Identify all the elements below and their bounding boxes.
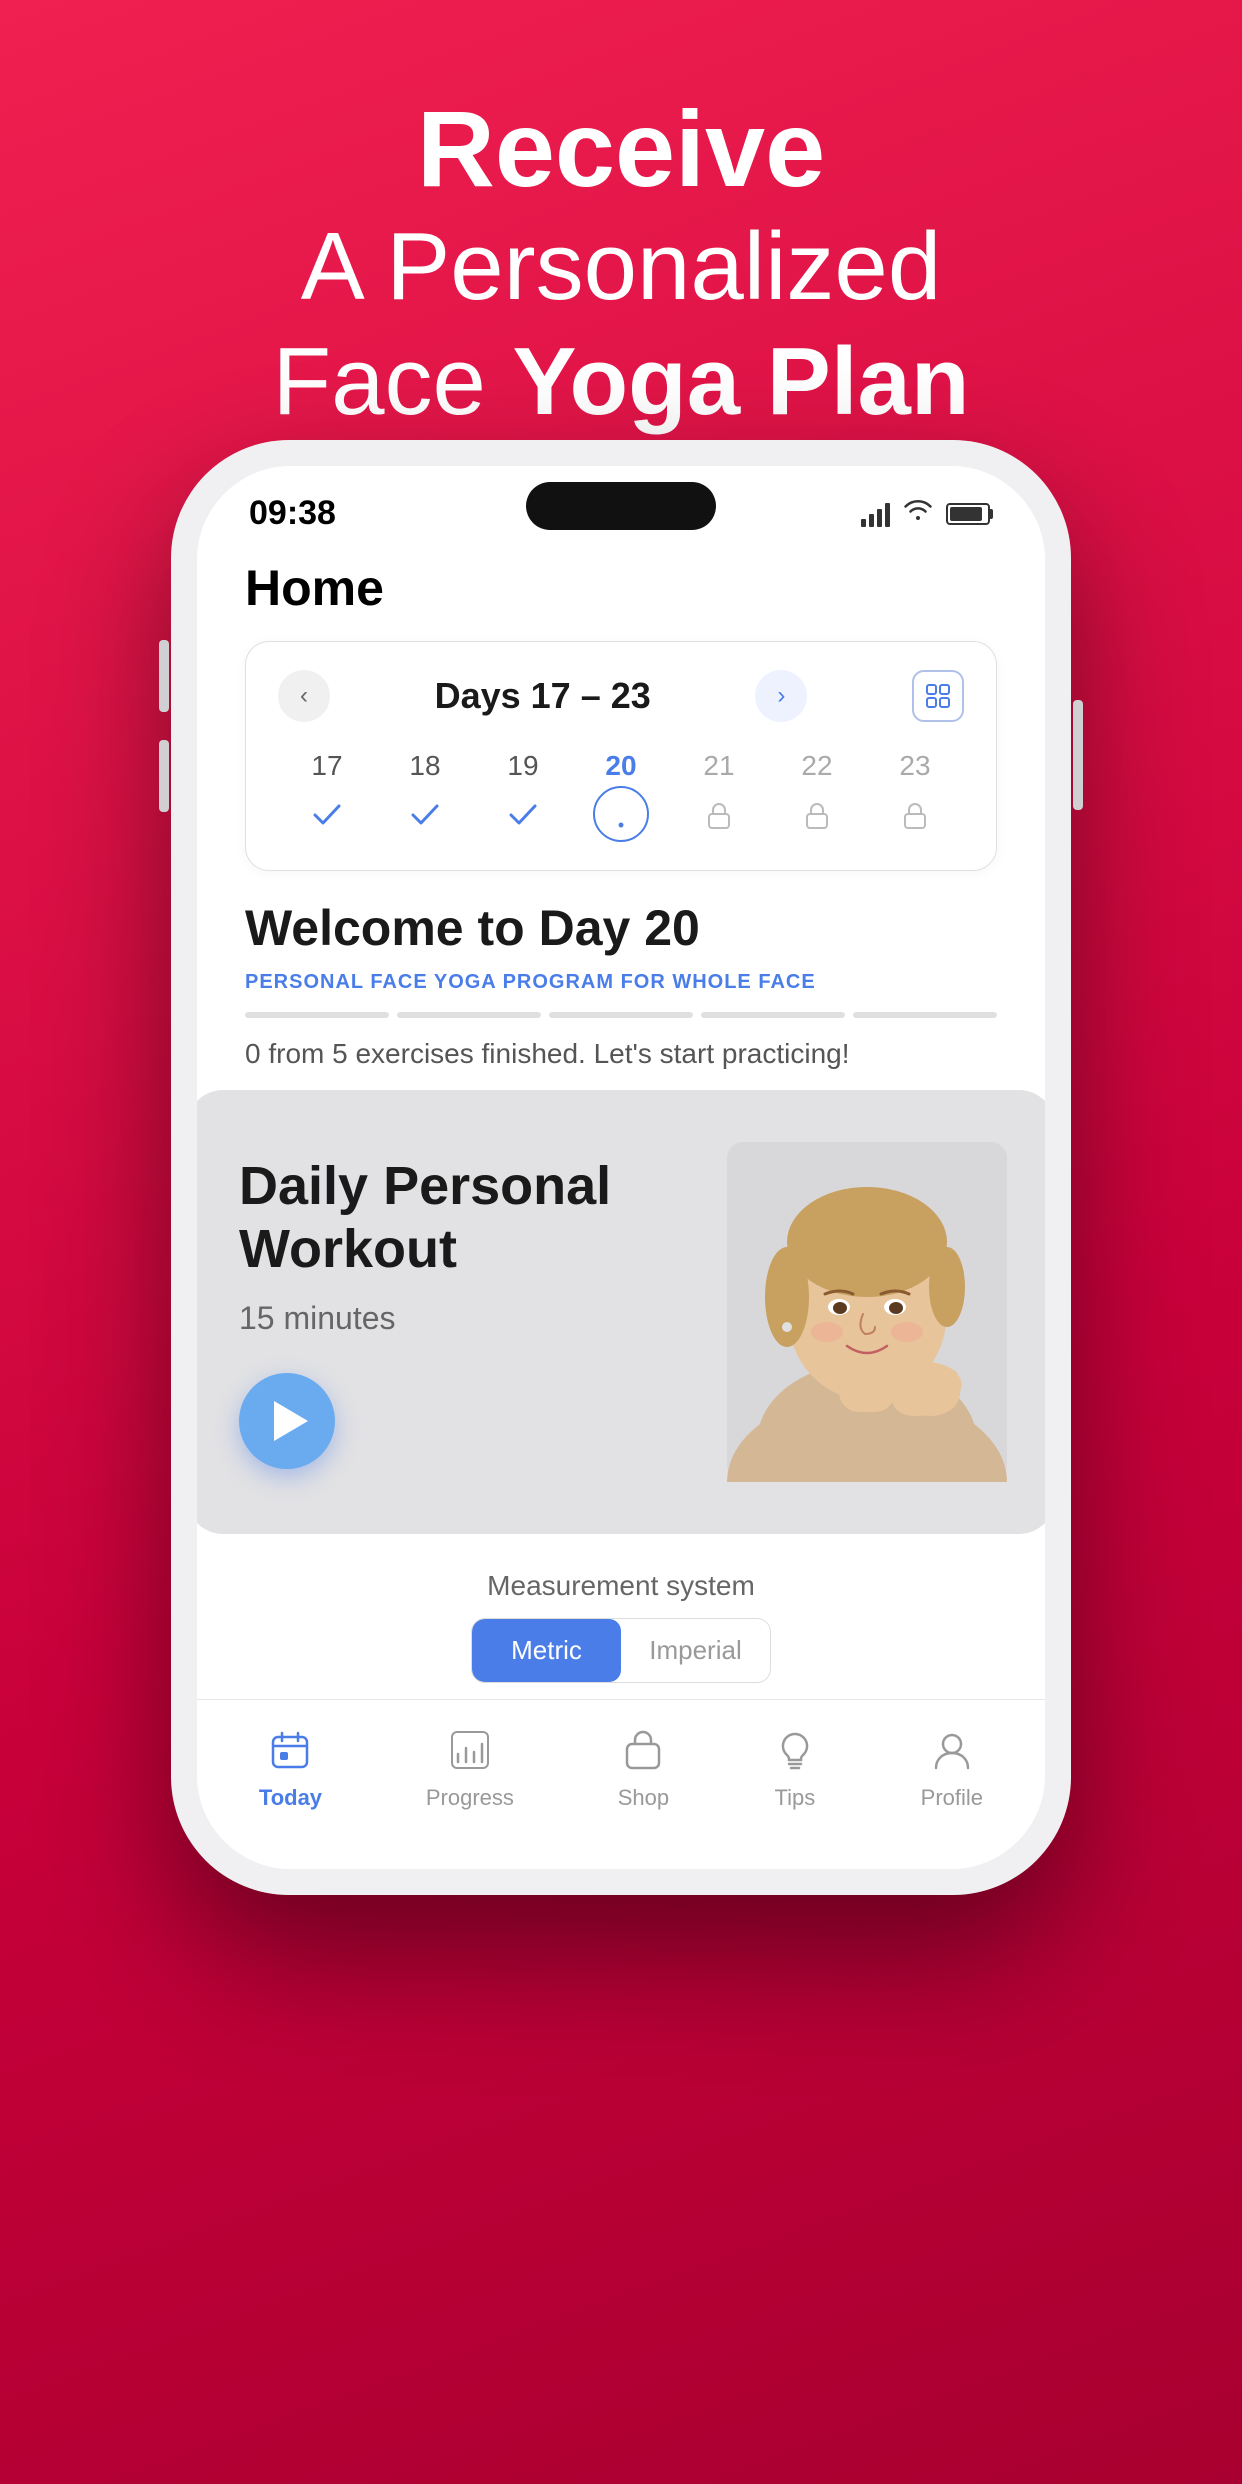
phone-container: 09:38 xyxy=(171,440,1071,1895)
day-indicator-23 xyxy=(890,790,940,840)
calendar-day-21: 21 xyxy=(670,750,768,840)
hero-subtitle-2: Face Yoga Plan xyxy=(0,324,1242,439)
hero-face-text: Face xyxy=(272,328,512,435)
status-bar: 09:38 xyxy=(197,466,1045,543)
calendar-day-20[interactable]: 20 • xyxy=(572,750,670,842)
calendar-widget: ‹ Days 17 – 23 › xyxy=(245,641,997,871)
power-button[interactable] xyxy=(1073,700,1083,810)
nav-label-today: Today xyxy=(259,1785,322,1811)
hero-section: Receive A Personalized Face Yoga Plan xyxy=(0,0,1242,489)
calendar-day-22: 22 xyxy=(768,750,866,840)
workout-info: Daily Personal Workout 15 minutes xyxy=(239,1155,727,1468)
day-num-19: 19 xyxy=(507,750,538,782)
nav-label-shop: Shop xyxy=(618,1785,669,1811)
workout-card: Daily Personal Workout 15 minutes xyxy=(197,1090,1045,1534)
progress-bar-4 xyxy=(701,1012,845,1018)
imperial-option[interactable]: Imperial xyxy=(621,1619,770,1682)
calendar-day-18[interactable]: 18 xyxy=(376,750,474,840)
volume-up-button[interactable] xyxy=(159,640,169,712)
progress-bar-3 xyxy=(549,1012,693,1018)
progress-bars xyxy=(245,1012,997,1018)
nav-label-profile: Profile xyxy=(921,1785,983,1811)
calendar-day-19[interactable]: 19 xyxy=(474,750,572,840)
metric-option[interactable]: Metric xyxy=(472,1619,621,1682)
progress-bar-5 xyxy=(853,1012,997,1018)
hero-title-receive: Receive xyxy=(0,90,1242,209)
play-icon xyxy=(274,1401,308,1441)
progress-icon xyxy=(448,1728,492,1777)
calendar-day-17[interactable]: 17 xyxy=(278,750,376,840)
calendar-day-23: 23 xyxy=(866,750,964,840)
workout-title-line1: Daily Personal xyxy=(239,1156,611,1216)
day-indicator-18 xyxy=(400,790,450,840)
today-icon xyxy=(268,1728,312,1777)
workout-title: Daily Personal Workout xyxy=(239,1155,727,1279)
dynamic-island xyxy=(526,482,716,530)
phone-outer: 09:38 xyxy=(171,440,1071,1895)
nav-item-shop[interactable]: Shop xyxy=(602,1720,685,1819)
progress-bar-2 xyxy=(397,1012,541,1018)
status-time: 09:38 xyxy=(249,494,336,533)
battery-icon xyxy=(946,503,993,525)
tips-icon xyxy=(773,1728,817,1777)
nav-item-profile[interactable]: Profile xyxy=(905,1720,999,1819)
nav-label-tips: Tips xyxy=(775,1785,816,1811)
day-indicator-21 xyxy=(694,790,744,840)
nav-item-tips[interactable]: Tips xyxy=(757,1720,833,1819)
program-tag: PERSONAL FACE YOGA PROGRAM FOR WHOLE FAC… xyxy=(245,971,997,994)
day-num-23: 23 xyxy=(899,750,930,782)
nav-item-today[interactable]: Today xyxy=(243,1720,338,1819)
measurement-toggle[interactable]: Metric Imperial xyxy=(471,1618,771,1683)
home-title: Home xyxy=(245,543,997,641)
nav-item-progress[interactable]: Progress xyxy=(410,1720,530,1819)
measurement-section: Measurement system Metric Imperial xyxy=(197,1534,1045,1699)
status-icons xyxy=(861,498,993,529)
profile-icon xyxy=(930,1728,974,1777)
day-num-18: 18 xyxy=(409,750,440,782)
measurement-label: Measurement system xyxy=(245,1570,997,1602)
workout-image xyxy=(727,1142,1007,1482)
hero-yoga-text: Yoga Plan xyxy=(513,328,970,435)
workout-duration: 15 minutes xyxy=(239,1300,727,1337)
app-content: Home ‹ Days 17 – 23 › xyxy=(197,543,1045,1090)
day-indicator-20: • xyxy=(593,786,649,842)
calendar-grid-button[interactable] xyxy=(912,670,964,722)
calendar-header: ‹ Days 17 – 23 › xyxy=(278,670,964,722)
day-num-20: 20 xyxy=(605,750,636,782)
progress-bar-1 xyxy=(245,1012,389,1018)
welcome-title: Welcome to Day 20 xyxy=(245,899,997,957)
wifi-icon xyxy=(902,498,934,529)
day-indicator-22 xyxy=(792,790,842,840)
workout-title-line2: Workout xyxy=(239,1219,457,1279)
nav-label-progress: Progress xyxy=(426,1785,514,1811)
play-button[interactable] xyxy=(239,1373,335,1469)
exercise-count: 0 from 5 exercises finished. Let's start… xyxy=(245,1038,997,1070)
shop-icon xyxy=(621,1728,665,1777)
welcome-section: Welcome to Day 20 PERSONAL FACE YOGA PRO… xyxy=(245,899,997,1090)
day-num-22: 22 xyxy=(801,750,832,782)
calendar-days: 17 18 xyxy=(278,750,964,842)
volume-down-button[interactable] xyxy=(159,740,169,812)
cal-prev-button[interactable]: ‹ xyxy=(278,670,330,722)
calendar-range: Days 17 – 23 xyxy=(435,675,651,717)
day-num-21: 21 xyxy=(703,750,734,782)
phone-inner: 09:38 xyxy=(197,466,1045,1869)
day-indicator-19 xyxy=(498,790,548,840)
cal-next-button[interactable]: › xyxy=(755,670,807,722)
hero-subtitle-1: A Personalized xyxy=(0,209,1242,324)
bottom-nav: Today Progress xyxy=(197,1699,1045,1869)
day-num-17: 17 xyxy=(311,750,342,782)
day-indicator-17 xyxy=(302,790,352,840)
signal-icon xyxy=(861,501,890,527)
